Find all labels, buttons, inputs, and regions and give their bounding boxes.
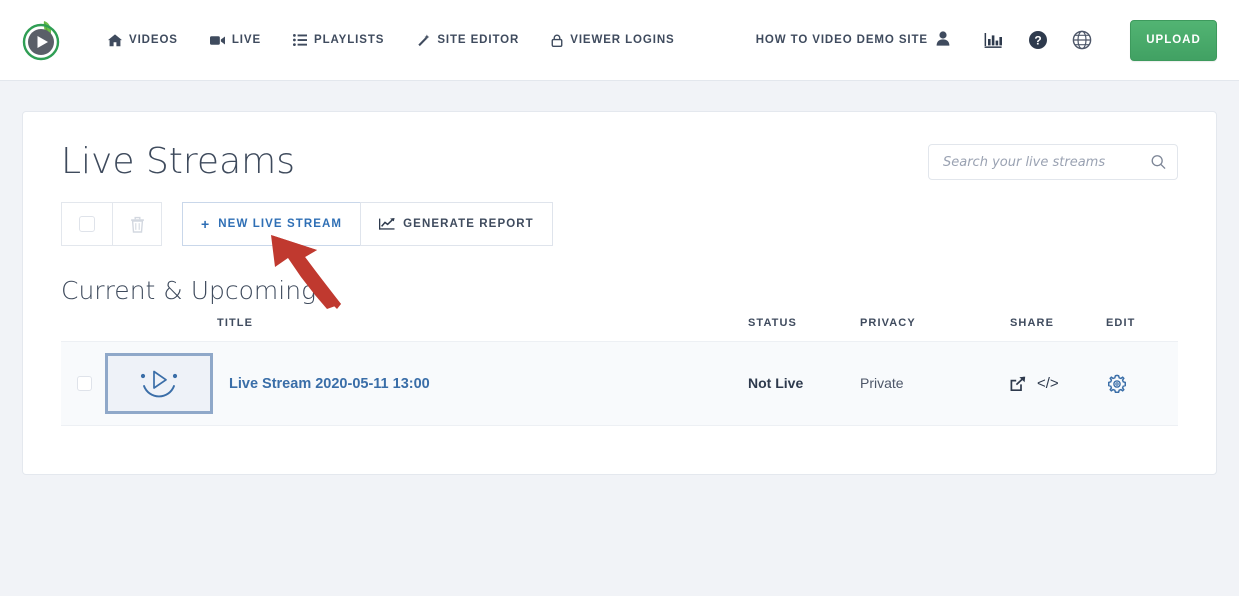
share-actions: </>: [1010, 375, 1106, 392]
column-header-edit: EDIT: [1106, 317, 1178, 342]
user-avatar-icon: [936, 31, 950, 49]
nav-item-site-editor[interactable]: SITE EDITOR: [400, 34, 535, 47]
share-export-icon[interactable]: [1010, 376, 1026, 392]
page-title: Live Streams: [61, 141, 295, 182]
search-icon[interactable]: [1151, 155, 1166, 170]
nav-label-playlists: PLAYLISTS: [314, 34, 385, 46]
play-leaf-logo-icon: [22, 21, 60, 61]
account-menu[interactable]: HOW TO VIDEO DEMO SITE: [756, 31, 950, 49]
row-edit-cell: [1106, 341, 1178, 426]
list-toolbar: + NEW LIVE STREAM GENERATE REPORT: [61, 202, 1178, 246]
home-icon: [108, 33, 122, 47]
generate-report-button[interactable]: GENERATE REPORT: [360, 202, 553, 246]
video-camera-icon: [209, 35, 225, 46]
generate-report-label: GENERATE REPORT: [403, 218, 534, 230]
nav-item-playlists[interactable]: PLAYLISTS: [277, 34, 400, 46]
search-input[interactable]: [941, 153, 1143, 171]
top-navigation-bar: VIDEOS LIVE PLAYLISTS SITE EDITOR VIEWER…: [0, 0, 1239, 81]
privacy-value: Private: [860, 374, 904, 391]
nav-item-live[interactable]: LIVE: [194, 34, 277, 46]
primary-nav: VIDEOS LIVE PLAYLISTS SITE EDITOR VIEWER…: [92, 33, 691, 47]
live-streams-card: Live Streams Search your live streams + …: [22, 111, 1217, 475]
lock-icon: [551, 34, 563, 47]
column-header-privacy: PRIVACY: [860, 317, 1010, 342]
site-logo[interactable]: [18, 17, 64, 63]
nav-label-viewer-logins: VIEWER LOGINS: [570, 34, 675, 46]
selection-button-group: [61, 202, 162, 246]
stream-thumbnail[interactable]: [105, 353, 213, 414]
video-placeholder-smiley-icon: [140, 370, 178, 397]
table-head: TITLE STATUS PRIVACY SHARE EDIT: [61, 317, 1178, 342]
select-all-button[interactable]: [61, 202, 112, 246]
line-chart-icon: [379, 218, 395, 230]
row-share-cell: </>: [1010, 341, 1106, 426]
nav-item-videos[interactable]: VIDEOS: [92, 33, 194, 47]
row-privacy-cell: Private: [860, 341, 1010, 426]
globe-language-icon[interactable]: [1065, 23, 1099, 57]
new-live-stream-button[interactable]: + NEW LIVE STREAM: [182, 202, 361, 246]
nav-label-live: LIVE: [231, 34, 262, 46]
section-title: Current & Upcoming: [61, 276, 317, 305]
checkbox-icon: [79, 216, 95, 232]
search-box[interactable]: [928, 144, 1178, 180]
row-select-cell: [61, 341, 105, 426]
row-thumbnail-cell: [105, 341, 217, 426]
magic-wand-icon: [416, 34, 430, 47]
column-header-status: STATUS: [748, 317, 860, 342]
delete-selected-button[interactable]: [112, 202, 162, 246]
column-header-title: TITLE: [217, 317, 748, 342]
table-header-row: TITLE STATUS PRIVACY SHARE EDIT: [61, 317, 1178, 342]
list-icon: [293, 34, 308, 46]
svg-text:?: ?: [1034, 34, 1041, 48]
row-title-cell: Live Stream 2020-05-11 13:00: [217, 341, 748, 426]
live-streams-table: TITLE STATUS PRIVACY SHARE EDIT Live Str…: [61, 317, 1178, 426]
embed-code-icon[interactable]: </>: [1037, 375, 1059, 392]
help-question-icon[interactable]: ?: [1021, 23, 1055, 57]
action-button-group: + NEW LIVE STREAM GENERATE REPORT: [182, 202, 553, 246]
account-label: HOW TO VIDEO DEMO SITE: [755, 34, 928, 46]
header-actions: HOW TO VIDEO DEMO SITE ? UPLOAD: [756, 19, 1217, 61]
trash-icon: [130, 216, 144, 233]
upload-button[interactable]: UPLOAD: [1130, 19, 1217, 61]
stream-title-link[interactable]: Live Stream 2020-05-11 13:00: [217, 376, 430, 392]
page-body: Live Streams Search your live streams + …: [0, 81, 1239, 505]
nav-label-site-editor: SITE EDITOR: [437, 34, 520, 46]
column-header-share: SHARE: [1010, 317, 1106, 342]
nav-label-videos: VIDEOS: [129, 34, 178, 46]
new-live-stream-label: NEW LIVE STREAM: [218, 218, 343, 230]
plus-icon: +: [201, 216, 211, 232]
nav-item-viewer-logins[interactable]: VIEWER LOGINS: [535, 34, 690, 47]
row-status-cell: Not Live: [748, 341, 860, 426]
row-checkbox[interactable]: [77, 376, 92, 391]
card-header: Live Streams: [61, 144, 1178, 180]
analytics-bar-chart-icon[interactable]: [977, 23, 1011, 57]
status-badge: Not Live: [748, 374, 804, 391]
column-header-thumb: [105, 317, 217, 342]
table-row: Live Stream 2020-05-11 13:00 Not Live Pr…: [61, 341, 1178, 426]
gear-icon[interactable]: [1106, 373, 1178, 395]
column-header-select: [61, 317, 105, 342]
table-body: Live Stream 2020-05-11 13:00 Not Live Pr…: [61, 341, 1178, 426]
